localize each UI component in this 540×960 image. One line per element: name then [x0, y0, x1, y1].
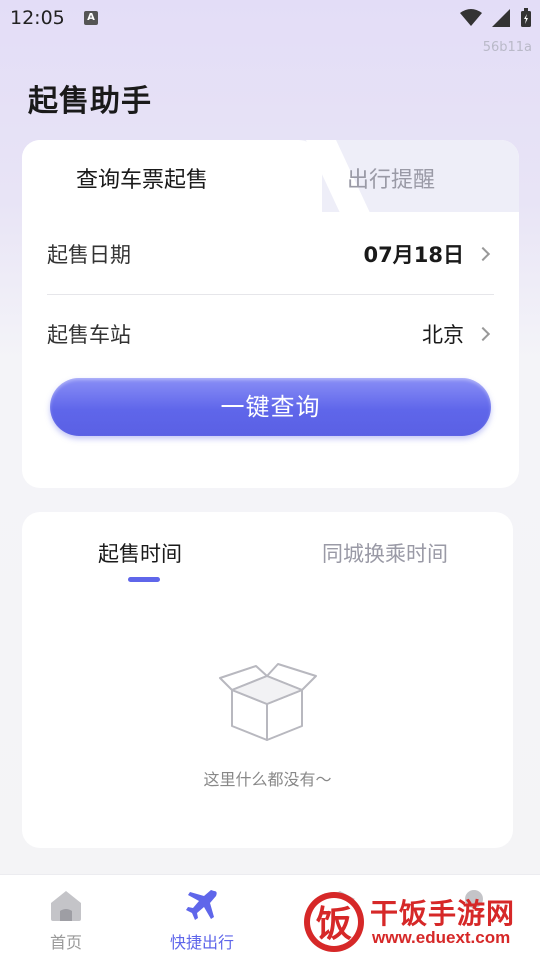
ticket-query-card: 查询车票起售 出行提醒 起售日期 07月18日 起售车站 北京 一键查询	[22, 140, 519, 488]
logo-text: 干饭手游网	[370, 897, 516, 930]
divider	[47, 294, 494, 295]
sale-list-card: 起售时间 同城换乘时间 这里什么都没有～	[22, 512, 513, 848]
airplane-icon	[186, 890, 217, 920]
battery-icon	[521, 8, 531, 27]
status-icons	[460, 8, 532, 28]
wifi-icon	[460, 9, 482, 26]
tab-ticket-query[interactable]: 查询车票起售	[76, 162, 208, 194]
nav-label-quick-travel: 快捷出行	[169, 933, 234, 952]
build-id-label: 56b11a	[482, 40, 532, 55]
sale-station-row[interactable]: 起售车站 北京	[47, 304, 494, 364]
tab-indicator	[128, 577, 160, 582]
nav-label-home: 首页	[49, 933, 82, 952]
tab-transfer-time[interactable]: 同城换乘时间	[322, 538, 448, 568]
sale-date-label: 起售日期	[47, 243, 131, 267]
status-time: 12:05	[10, 7, 65, 29]
page-title: 起售助手	[28, 84, 152, 119]
sale-station-value: 北京	[422, 323, 464, 347]
sale-date-value: 07月18日	[363, 243, 464, 267]
tab-travel-reminder[interactable]: 出行提醒	[347, 162, 435, 194]
sale-station-label: 起售车站	[47, 323, 131, 347]
logo-url: www.eduext.com	[372, 928, 511, 947]
status-bar: 12:05 A	[0, 0, 540, 36]
empty-box-icon	[219, 663, 317, 741]
accessibility-notification-icon: A	[84, 11, 98, 25]
chevron-right-icon	[475, 326, 491, 342]
sale-date-row[interactable]: 起售日期 07月18日	[47, 224, 494, 284]
site-logo-icon: 饭	[304, 892, 364, 952]
nav-item-quick-travel[interactable]: 快捷出行	[152, 875, 252, 960]
signal-icon	[492, 9, 510, 27]
tab-sale-time[interactable]: 起售时间	[98, 538, 182, 568]
watermark-logo: 饭 干饭手游网 www.eduext.com	[300, 884, 540, 960]
one-click-query-button[interactable]: 一键查询	[50, 378, 491, 436]
chevron-right-icon	[475, 246, 491, 262]
logo-glyph: 饭	[316, 904, 352, 945]
empty-state-text: 这里什么都没有～	[203, 770, 332, 789]
home-icon	[51, 891, 81, 921]
nav-item-home[interactable]: 首页	[16, 875, 116, 960]
